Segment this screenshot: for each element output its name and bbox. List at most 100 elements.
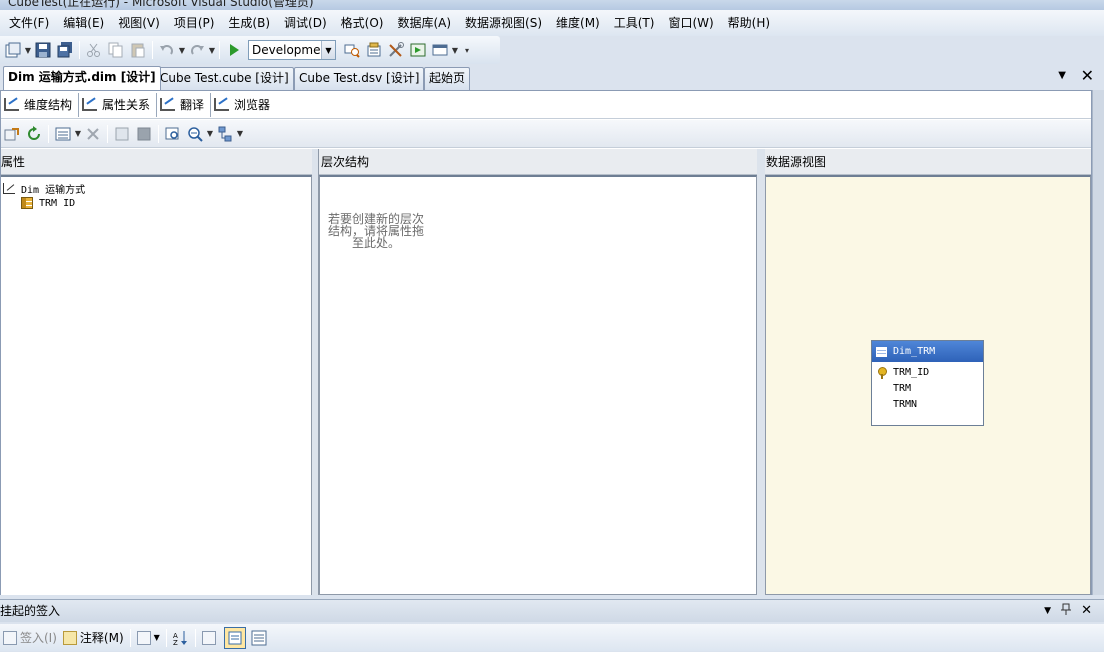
- table-column[interactable]: TRM_ID: [872, 365, 983, 381]
- attributes-pane-header: 属性: [1, 149, 312, 175]
- menu-build[interactable]: 生成(B): [221, 12, 277, 34]
- redo-dropdown-icon[interactable]: ▼: [208, 46, 216, 55]
- menu-help[interactable]: 帮助(H): [721, 12, 777, 34]
- toolbar-separator: [158, 124, 159, 143]
- pane-splitter[interactable]: [312, 149, 319, 595]
- chevron-down-icon[interactable]: ▼: [321, 41, 335, 59]
- close-icon[interactable]: ✕: [1081, 600, 1092, 622]
- redo-icon[interactable]: [187, 40, 207, 60]
- tab-label: 维度结构: [24, 98, 73, 112]
- filter-dropdown-icon[interactable]: ▼: [154, 633, 160, 642]
- new-named-query-icon[interactable]: [112, 124, 132, 144]
- options-button[interactable]: [199, 627, 222, 649]
- toolbar-separator: [107, 124, 108, 143]
- refresh-icon[interactable]: [24, 124, 44, 144]
- menu-database[interactable]: 数据库(A): [390, 12, 458, 34]
- new-project-icon[interactable]: [3, 40, 23, 60]
- menu-edit[interactable]: 编辑(E): [56, 12, 111, 34]
- pane-splitter[interactable]: [757, 149, 765, 595]
- cut-icon[interactable]: [84, 40, 104, 60]
- dimension-node[interactable]: Dim 运输方式: [3, 181, 85, 196]
- table-column[interactable]: TRMN: [872, 397, 983, 413]
- new-project-dropdown-icon[interactable]: ▼: [24, 46, 32, 55]
- dsv-table[interactable]: Dim_TRM TRM_ID TRM TRMN: [871, 340, 984, 426]
- menu-debug[interactable]: 调试(D): [277, 12, 334, 34]
- menu-view[interactable]: 视图(V): [111, 12, 167, 34]
- window-dropdown-icon[interactable]: ▼: [451, 46, 459, 55]
- work-items-view-button[interactable]: [248, 627, 270, 649]
- show-attribute-list-icon[interactable]: [53, 124, 73, 144]
- right-dock-strip: [1092, 90, 1104, 595]
- hierarchies-pane[interactable]: 若要创建新的层次 结构，请将属性拖 至此处。: [319, 175, 757, 595]
- paste-icon[interactable]: [128, 40, 148, 60]
- zoom-dropdown-icon[interactable]: ▼: [206, 129, 214, 138]
- hierarchies-hint: 若要创建新的层次 结构，请将属性拖 至此处。: [326, 213, 426, 249]
- undo-icon[interactable]: [157, 40, 177, 60]
- copy-icon[interactable]: [106, 40, 126, 60]
- browser-icon: [214, 98, 230, 111]
- pin-icon[interactable]: [1061, 600, 1072, 622]
- arrange-dropdown-icon[interactable]: ▼: [236, 129, 244, 138]
- dsv-table-header[interactable]: Dim_TRM: [872, 341, 983, 362]
- undo-dropdown-icon[interactable]: ▼: [178, 46, 186, 55]
- start-icon[interactable]: [224, 40, 244, 60]
- menu-data-source-view[interactable]: 数据源视图(S): [458, 12, 549, 34]
- attribute-node[interactable]: TRM ID: [21, 197, 75, 209]
- menu-window[interactable]: 窗口(W): [661, 12, 720, 34]
- panel-controls: ▼ ✕: [1044, 600, 1092, 622]
- menu-bar: 文件(F) 编辑(E) 视图(V) 项目(P) 生成(B) 调试(D) 格式(O…: [0, 10, 1104, 36]
- tools-icon[interactable]: [386, 40, 406, 60]
- comment-button[interactable]: 注释(M): [60, 627, 127, 649]
- toolbar-separator: [165, 628, 167, 647]
- tab-attribute-relationships[interactable]: 属性关系: [79, 92, 158, 117]
- document-tab-strip: Dim 运输方式.dim [设计] Cube Test.cube [设计] Cu…: [0, 64, 1104, 90]
- menu-format[interactable]: 格式(O): [334, 12, 391, 34]
- tab-cube-design[interactable]: Cube Test.cube [设计]: [155, 67, 294, 90]
- comment-icon: [62, 630, 77, 645]
- new-named-calculation-icon[interactable]: [134, 124, 154, 144]
- active-files-dropdown-icon[interactable]: ▼: [1058, 70, 1066, 81]
- checkin-button[interactable]: 签入(I): [0, 627, 60, 649]
- panel-dropdown-icon[interactable]: ▼: [1044, 600, 1051, 622]
- attribute-relationships-icon: [82, 98, 98, 111]
- table-icon: [876, 346, 887, 357]
- tab-label: 翻译: [180, 98, 205, 112]
- close-icon[interactable]: ✕: [1081, 66, 1094, 85]
- source-files-view-button[interactable]: [223, 626, 246, 649]
- data-source-view-pane[interactable]: Dim_TRM TRM_ID TRM TRMN: [765, 175, 1091, 595]
- translations-icon: [160, 98, 176, 111]
- tab-browser[interactable]: 浏览器: [211, 93, 276, 117]
- window-icon[interactable]: [430, 40, 450, 60]
- solution-configuration-select[interactable]: Development ▼: [248, 40, 336, 60]
- save-all-icon[interactable]: [55, 40, 75, 60]
- delete-icon[interactable]: [83, 124, 103, 144]
- dimension-name: Dim 运输方式: [21, 185, 86, 196]
- tab-dim-design[interactable]: Dim 运输方式.dim [设计]: [3, 66, 161, 90]
- menu-file[interactable]: 文件(F): [2, 12, 56, 34]
- find-icon[interactable]: [342, 40, 362, 60]
- tab-dsv-design[interactable]: Cube Test.dsv [设计]: [294, 67, 425, 90]
- arrange-tables-icon[interactable]: [215, 124, 235, 144]
- table-column[interactable]: TRM: [872, 381, 983, 397]
- zoom-icon[interactable]: [185, 124, 205, 144]
- properties-icon[interactable]: [364, 40, 384, 60]
- deploy-icon[interactable]: [408, 40, 428, 60]
- process-icon[interactable]: [2, 124, 22, 144]
- tab-translations[interactable]: 翻译: [157, 92, 212, 117]
- sort-button[interactable]: AZ: [170, 627, 192, 649]
- standard-toolbar: ▼ ▼ ▼ Development ▼ ▼ ▾: [0, 36, 500, 64]
- menu-dimension[interactable]: 维度(M): [549, 12, 607, 34]
- toolbar-overflow-icon[interactable]: ▾: [463, 46, 471, 55]
- menu-project[interactable]: 项目(P): [167, 12, 222, 34]
- toolbar-separator: [152, 41, 153, 59]
- column-name: TRM_ID: [893, 367, 930, 378]
- tab-start-page[interactable]: 起始页: [424, 67, 471, 90]
- tab-dimension-structure[interactable]: 维度结构: [1, 92, 80, 117]
- filter-button[interactable]: ▼: [134, 627, 163, 649]
- table-name: Dim_TRM: [893, 346, 936, 357]
- comment-label: 注释(M): [79, 631, 124, 645]
- attribute-list-dropdown-icon[interactable]: ▼: [74, 129, 82, 138]
- find-table-icon[interactable]: [163, 124, 183, 144]
- menu-tools[interactable]: 工具(T): [607, 12, 662, 34]
- save-icon[interactable]: [33, 40, 53, 60]
